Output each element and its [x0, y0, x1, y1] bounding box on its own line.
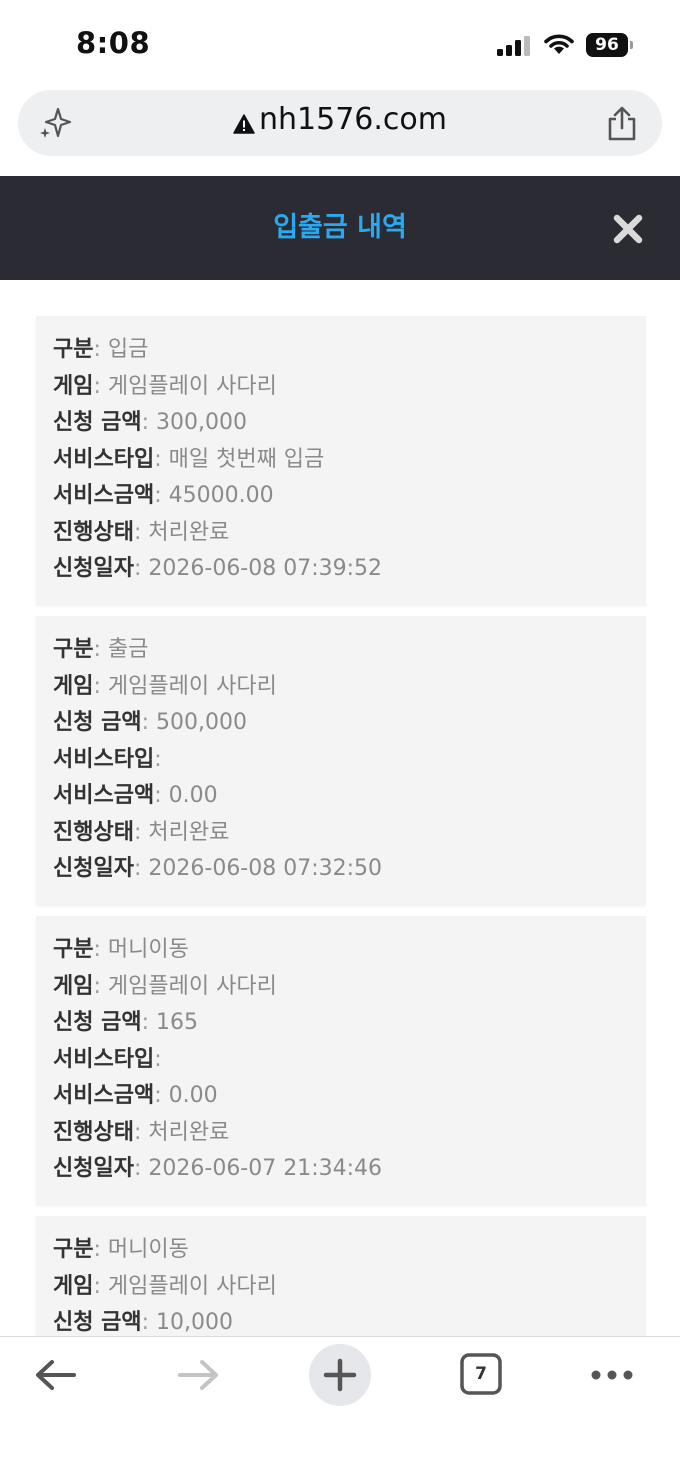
more-icon[interactable] — [590, 1363, 634, 1387]
field-label: 신청일자 — [53, 856, 134, 881]
field-label: 게임 — [53, 1273, 94, 1299]
new-tab-button[interactable] — [309, 1344, 371, 1406]
field-label: 진행상태 — [53, 519, 134, 545]
sparkle-icon[interactable] — [38, 106, 72, 140]
field-value: 매일 첫번째 입금 — [168, 446, 325, 472]
field-value: 처리완료 — [148, 1119, 230, 1145]
browser-toolbar: 7 — [0, 1336, 680, 1473]
field-service-amount: 서비스금액: 45000.00 — [53, 483, 274, 508]
field-game: 게임: 게임플레이 사다리 — [53, 673, 277, 699]
field-value: 출금 — [107, 637, 149, 662]
field-game: 게임: 게임플레이 사다리 — [53, 1273, 277, 1299]
field-request-amount: 신청 금액: 165 — [53, 1010, 199, 1035]
battery-level: 96 — [595, 35, 619, 55]
field-request-date: 신청일자: 2026-06-07 21:34:46 — [53, 1156, 383, 1181]
field-label: 구분 — [53, 637, 94, 662]
tab-count: 7 — [475, 1364, 487, 1384]
field-value: 게임플레이 사다리 — [107, 673, 277, 699]
field-label: 신청 금액 — [53, 710, 142, 735]
share-icon[interactable] — [606, 106, 638, 142]
field-label: 서비스타입 — [53, 446, 155, 472]
field-label: 신청일자 — [53, 1156, 134, 1181]
transaction-card: 구분: 출금 게임: 게임플레이 사다리 신청 금액: 500,000 서비스타… — [36, 616, 646, 906]
field-type: 구분: 머니이동 — [53, 1237, 189, 1262]
field-label: 서비스금액 — [53, 483, 155, 508]
field-label: 신청 금액 — [53, 410, 142, 435]
field-value: 2026-06-08 07:39:52 — [148, 556, 383, 581]
modal-header: 입출금 내역 — [0, 176, 680, 280]
field-game: 게임: 게임플레이 사다리 — [53, 373, 277, 399]
transaction-card: 구분: 입금 게임: 게임플레이 사다리 신청 금액: 300,000 서비스타… — [36, 316, 646, 606]
field-request-date: 신청일자: 2026-06-08 07:39:52 — [53, 556, 383, 581]
field-status: 진행상태: 처리완료 — [53, 519, 230, 545]
url-text[interactable]: nh1576.com — [259, 102, 447, 137]
field-value: 10,000 — [156, 1310, 234, 1335]
battery-icon: 96 — [586, 33, 633, 57]
field-value: 처리완료 — [148, 519, 230, 545]
field-status: 진행상태: 처리완료 — [53, 819, 230, 845]
field-label: 게임 — [53, 373, 94, 399]
status-bar: 8:08 96 — [0, 0, 680, 88]
field-label: 진행상태 — [53, 819, 134, 845]
back-arrow-icon[interactable] — [34, 1357, 78, 1393]
transaction-card: 구분: 머니이동 게임: 게임플레이 사다리 신청 금액: 10,000 — [36, 1216, 646, 1336]
field-value: 머니이동 — [107, 1237, 189, 1262]
field-value: 45000.00 — [168, 483, 274, 508]
field-value: 게임플레이 사다리 — [107, 373, 277, 399]
field-label: 신청 금액 — [53, 1010, 142, 1035]
wifi-icon — [544, 34, 574, 54]
status-time: 8:08 — [76, 26, 151, 60]
field-label: 게임 — [53, 673, 94, 699]
field-label: 서비스금액 — [53, 783, 155, 808]
plus-icon — [323, 1358, 357, 1392]
field-service-amount: 서비스금액: 0.00 — [53, 783, 218, 808]
field-label: 서비스타입 — [53, 1046, 155, 1072]
field-request-date: 신청일자: 2026-06-08 07:32:50 — [53, 856, 383, 881]
field-label: 서비스타입 — [53, 746, 155, 772]
field-label: 구분 — [53, 937, 94, 962]
field-label: 신청일자 — [53, 556, 134, 581]
field-service-type: 서비스타입: — [53, 1046, 162, 1072]
not-secure-warning-icon — [233, 114, 255, 134]
field-label: 신청 금액 — [53, 1310, 142, 1335]
field-value: 500,000 — [156, 710, 248, 735]
field-request-amount: 신청 금액: 10,000 — [53, 1310, 234, 1335]
transaction-card: 구분: 머니이동 게임: 게임플레이 사다리 신청 금액: 165 서비스타입:… — [36, 916, 646, 1206]
field-value: 2026-06-07 21:34:46 — [148, 1156, 383, 1181]
field-value: 입금 — [107, 337, 149, 362]
field-value: 0.00 — [168, 783, 218, 808]
field-type: 구분: 입금 — [53, 337, 149, 362]
field-value: 게임플레이 사다리 — [107, 973, 277, 999]
field-service-type: 서비스타입: — [53, 746, 162, 772]
field-value: 165 — [156, 1010, 199, 1035]
tabs-button[interactable]: 7 — [460, 1353, 502, 1395]
close-icon[interactable] — [612, 213, 644, 245]
field-value: 2026-06-08 07:32:50 — [148, 856, 383, 881]
field-label: 게임 — [53, 973, 94, 999]
address-bar[interactable]: nh1576.com — [18, 90, 662, 156]
field-status: 진행상태: 처리완료 — [53, 1119, 230, 1145]
field-label: 서비스금액 — [53, 1083, 155, 1108]
field-service-type: 서비스타입: 매일 첫번째 입금 — [53, 446, 325, 472]
field-label: 구분 — [53, 1237, 94, 1262]
field-value: 머니이동 — [107, 937, 189, 962]
modal-title: 입출금 내역 — [273, 212, 407, 243]
transaction-list[interactable]: 구분: 입금 게임: 게임플레이 사다리 신청 금액: 300,000 서비스타… — [0, 280, 680, 1336]
field-request-amount: 신청 금액: 300,000 — [53, 410, 248, 435]
field-value: 300,000 — [156, 410, 248, 435]
field-value: 처리완료 — [148, 819, 230, 845]
field-value: 게임플레이 사다리 — [107, 1273, 277, 1299]
field-label: 진행상태 — [53, 1119, 134, 1145]
field-type: 구분: 머니이동 — [53, 937, 189, 962]
field-label: 구분 — [53, 337, 94, 362]
field-type: 구분: 출금 — [53, 637, 149, 662]
field-request-amount: 신청 금액: 500,000 — [53, 710, 248, 735]
forward-arrow-icon[interactable] — [176, 1357, 220, 1393]
cellular-signal-icon — [497, 36, 530, 56]
field-game: 게임: 게임플레이 사다리 — [53, 973, 277, 999]
field-value: 0.00 — [168, 1083, 218, 1108]
field-service-amount: 서비스금액: 0.00 — [53, 1083, 218, 1108]
